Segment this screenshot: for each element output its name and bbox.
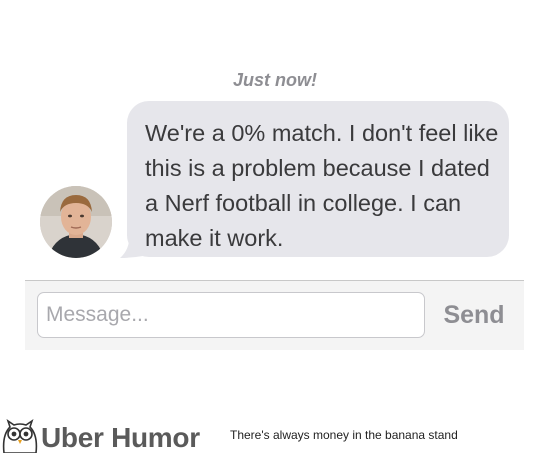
message-text: We're a 0% match. I don't feel like this… [145, 120, 499, 251]
send-button[interactable]: Send [432, 292, 516, 338]
avatar[interactable] [40, 186, 112, 258]
message-input[interactable] [37, 292, 425, 338]
brand-name: Uber Humor [41, 422, 200, 453]
watermark: Uber Humor There's always money in the b… [0, 418, 550, 454]
profile-photo [40, 186, 112, 258]
owl-logo-icon [2, 419, 38, 453]
tagline: There's always money in the banana stand [230, 428, 458, 442]
message-timestamp: Just now! [233, 70, 317, 90]
